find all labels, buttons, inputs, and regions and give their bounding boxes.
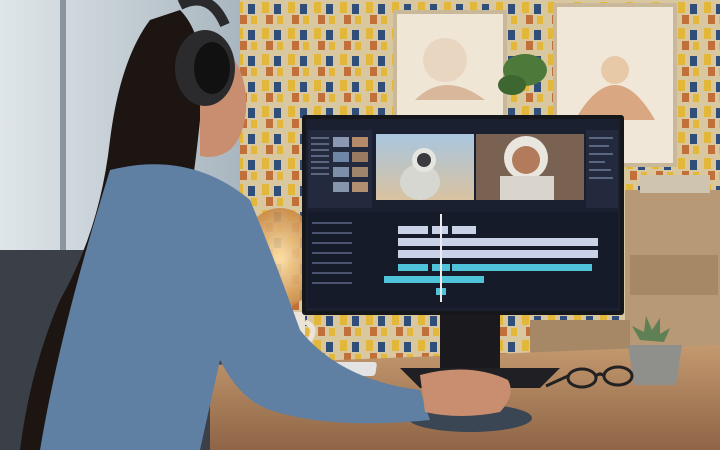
source-preview [376, 134, 474, 200]
shelf-drawer [630, 255, 718, 295]
photo-scene [0, 0, 720, 450]
program-preview [476, 134, 584, 200]
shelf-books [640, 175, 710, 193]
inspector-panel [586, 130, 618, 208]
wall-frame-left [393, 10, 507, 124]
window-frame [60, 0, 66, 260]
hand [420, 369, 511, 416]
monitor-stand-neck [440, 310, 500, 370]
timeline-panel [308, 212, 618, 308]
scene-svg [0, 0, 720, 450]
playhead [440, 214, 442, 302]
media-bin-panel [308, 130, 372, 208]
